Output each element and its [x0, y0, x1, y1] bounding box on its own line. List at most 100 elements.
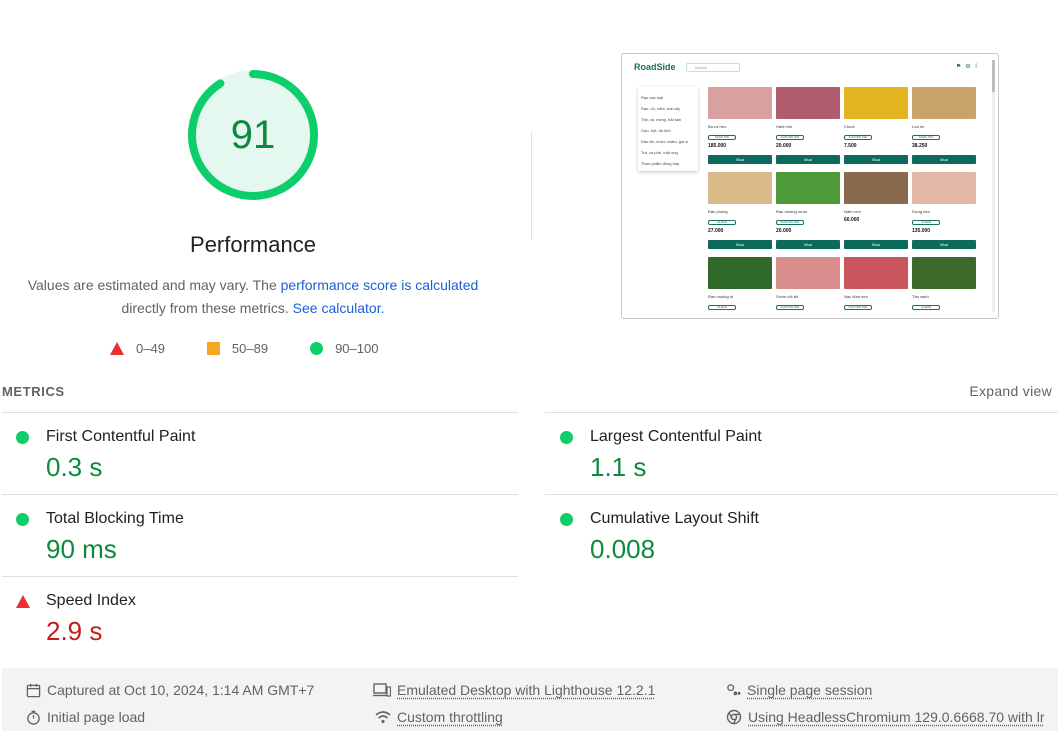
metrics-divider: [2, 576, 518, 577]
session-icon: [727, 683, 741, 695]
legend-fail-label: 0–49: [136, 341, 165, 356]
thumb-product-tag: CLEAN: [708, 220, 736, 225]
thumb-product-image: [776, 87, 840, 119]
metric-label: Total Blocking Time: [46, 510, 184, 527]
chrome-icon: [726, 709, 742, 725]
browser-info[interactable]: Using HeadlessChromium 129.0.6668.70 wit…: [726, 709, 1044, 725]
thumb-category-item: Gạo, bột, đồ khô: [641, 128, 671, 133]
thumb-product-card: Rau muống lá CLEAN: [708, 257, 772, 318]
metric-label: First Contentful Paint: [46, 428, 196, 445]
thumb-product-tag: KHUYẾN MÃI: [776, 305, 804, 310]
throttling[interactable]: Custom throttling: [375, 709, 503, 725]
thumb-product-card: Ba rọi heo GIẢM 10K 185.000 Mua: [708, 87, 772, 165]
expand-view-toggle[interactable]: Expand view: [969, 383, 1052, 399]
thumb-product-name: Tảo xanh: [912, 294, 929, 299]
thumb-product-image: [844, 87, 908, 119]
desktop-device-icon: [373, 683, 391, 697]
thumb-buy-button: Mua: [776, 155, 840, 164]
metrics-divider: [2, 494, 518, 495]
thumb-product-price: 7.500: [844, 143, 857, 149]
final-screenshot[interactable]: RoadSide Search ⚑⚙☾ Rau các loại Rau, củ,…: [621, 53, 999, 319]
thumb-product-tag: CLEAN: [708, 305, 736, 310]
description-text: Values are estimated and may vary. The: [27, 277, 281, 293]
thumb-buy-button: Mua: [912, 155, 976, 164]
thumb-product-tag: KHUYẾN MÃI: [776, 220, 804, 225]
thumb-product-image: [708, 172, 772, 204]
thumb-buy-button: Mua: [844, 155, 908, 164]
thumb-product-image: [912, 257, 976, 289]
thumb-product-card: Dựng heo CLEAN 135.000 Mua: [912, 172, 976, 250]
thumb-product-name: Đậu phộng: [708, 209, 728, 214]
thumb-product-name: Rau muống lá: [708, 294, 733, 299]
legend-average: 50–89: [206, 341, 268, 356]
metric-value: 1.1 s: [590, 452, 647, 482]
metric-value: 0.008: [590, 534, 656, 564]
metrics-divider: [545, 412, 1058, 413]
thumb-logo: RoadSide: [634, 62, 676, 72]
thumb-product-price: 60.000: [844, 217, 860, 223]
thumb-category-item: Rau, củ, nấm, trái cây: [641, 106, 680, 111]
emulated-text: Emulated Desktop with Lighthouse 12.2.1: [397, 682, 656, 698]
thumb-product-price: 20.000: [776, 143, 792, 149]
metric-value: 0.3 s: [46, 452, 103, 482]
see-calculator-link[interactable]: See calculator.: [293, 300, 385, 316]
page-session[interactable]: Single page session: [726, 682, 872, 698]
average-square-icon: [206, 342, 220, 355]
browser-text: Using HeadlessChromium 129.0.6668.70 wit…: [748, 709, 1045, 725]
pass-circle-icon: [16, 513, 29, 526]
thumb-product-name: Nấm rơm: [844, 209, 861, 214]
description-text-2: directly from these metrics.: [121, 300, 293, 316]
metrics-header: METRICS: [2, 384, 65, 399]
initial-load-text: Initial page load: [47, 709, 146, 725]
thumb-product-image: [708, 257, 772, 289]
thumb-category-item: Dầu ăn, nước chấm, gia vị: [641, 139, 689, 144]
fail-triangle-icon: [16, 595, 30, 608]
performance-description: Values are estimated and may vary. The p…: [20, 274, 486, 320]
runtime-settings: Captured at Oct 10, 2024, 1:14 AM GMT+7 …: [2, 668, 1058, 731]
thumb-product-price: 27.000: [708, 228, 724, 234]
thumb-product-tag: KHUYẾN MÃI: [844, 135, 872, 140]
thumb-product-name: Rau muống nước: [776, 209, 808, 214]
thumb-category-item: Thịt, cá, trứng, hải sản: [641, 117, 682, 122]
metrics-divider: [545, 494, 1058, 495]
emulated-device[interactable]: Emulated Desktop with Lighthouse 12.2.1: [373, 682, 655, 698]
thumb-product-tag: KHUYẾN MÃI: [844, 305, 872, 310]
thumb-product-name: Sườn cốt lết: [776, 294, 798, 299]
metric-label: Largest Contentful Paint: [590, 428, 762, 445]
thumb-product-tag: GIẢM 10%: [912, 135, 940, 140]
thumb-product-tag: GIẢM 10K: [708, 135, 736, 140]
pass-circle-icon: [310, 342, 324, 355]
thumb-topbar: RoadSide Search ⚑⚙☾: [622, 54, 998, 80]
legend-pass: 90–100: [310, 341, 378, 356]
thumb-header-icons: ⚑⚙☾: [955, 64, 984, 70]
thumb-product-tag: CLEAN: [912, 305, 940, 310]
thumb-product-card: Tảo xanh CLEAN: [912, 257, 976, 318]
calendar-icon: [26, 683, 41, 697]
thumb-product-tag: KHUYẾN MÃI: [776, 135, 804, 140]
thumb-category-menu: Rau các loại Rau, củ, nấm, trái cây Thịt, …: [638, 87, 698, 171]
thumb-product-card: Đậu phộng CLEAN 27.000 Mua: [708, 172, 772, 250]
performance-title: Performance: [190, 232, 316, 257]
pass-circle-icon: [560, 513, 573, 526]
metric-label: Speed Index: [46, 592, 136, 609]
thumb-category-item: Thực phẩm đóng hộp: [641, 161, 680, 166]
thumb-product-name: Nạc đùm heo: [844, 294, 868, 299]
thumb-product-image: [776, 172, 840, 204]
thumb-product-name: Lúa mì: [912, 124, 925, 129]
thumb-product-image: [776, 257, 840, 289]
metric-label: Cumulative Layout Shift: [590, 510, 759, 527]
score-calculation-link[interactable]: performance score is calculated: [281, 277, 479, 293]
throttling-text: Custom throttling: [397, 709, 503, 725]
thumb-product-image: [708, 87, 772, 119]
thumb-product-price: 20.000: [776, 228, 792, 234]
thumb-product-image: [912, 87, 976, 119]
thumb-product-name: Dựng heo: [912, 209, 930, 214]
thumb-buy-button: Mua: [708, 155, 772, 164]
thumb-product-card: Sườn cốt lết KHUYẾN MÃI: [776, 257, 840, 318]
legend-fail: 0–49: [110, 341, 165, 356]
metric-value: 2.9 s: [46, 616, 103, 646]
captured-at: Captured at Oct 10, 2024, 1:14 AM GMT+7: [26, 682, 314, 698]
legend-pass-label: 90–100: [335, 341, 379, 356]
thumb-product-price: 185.000: [708, 143, 727, 149]
metric-value: 90 ms: [46, 534, 117, 564]
